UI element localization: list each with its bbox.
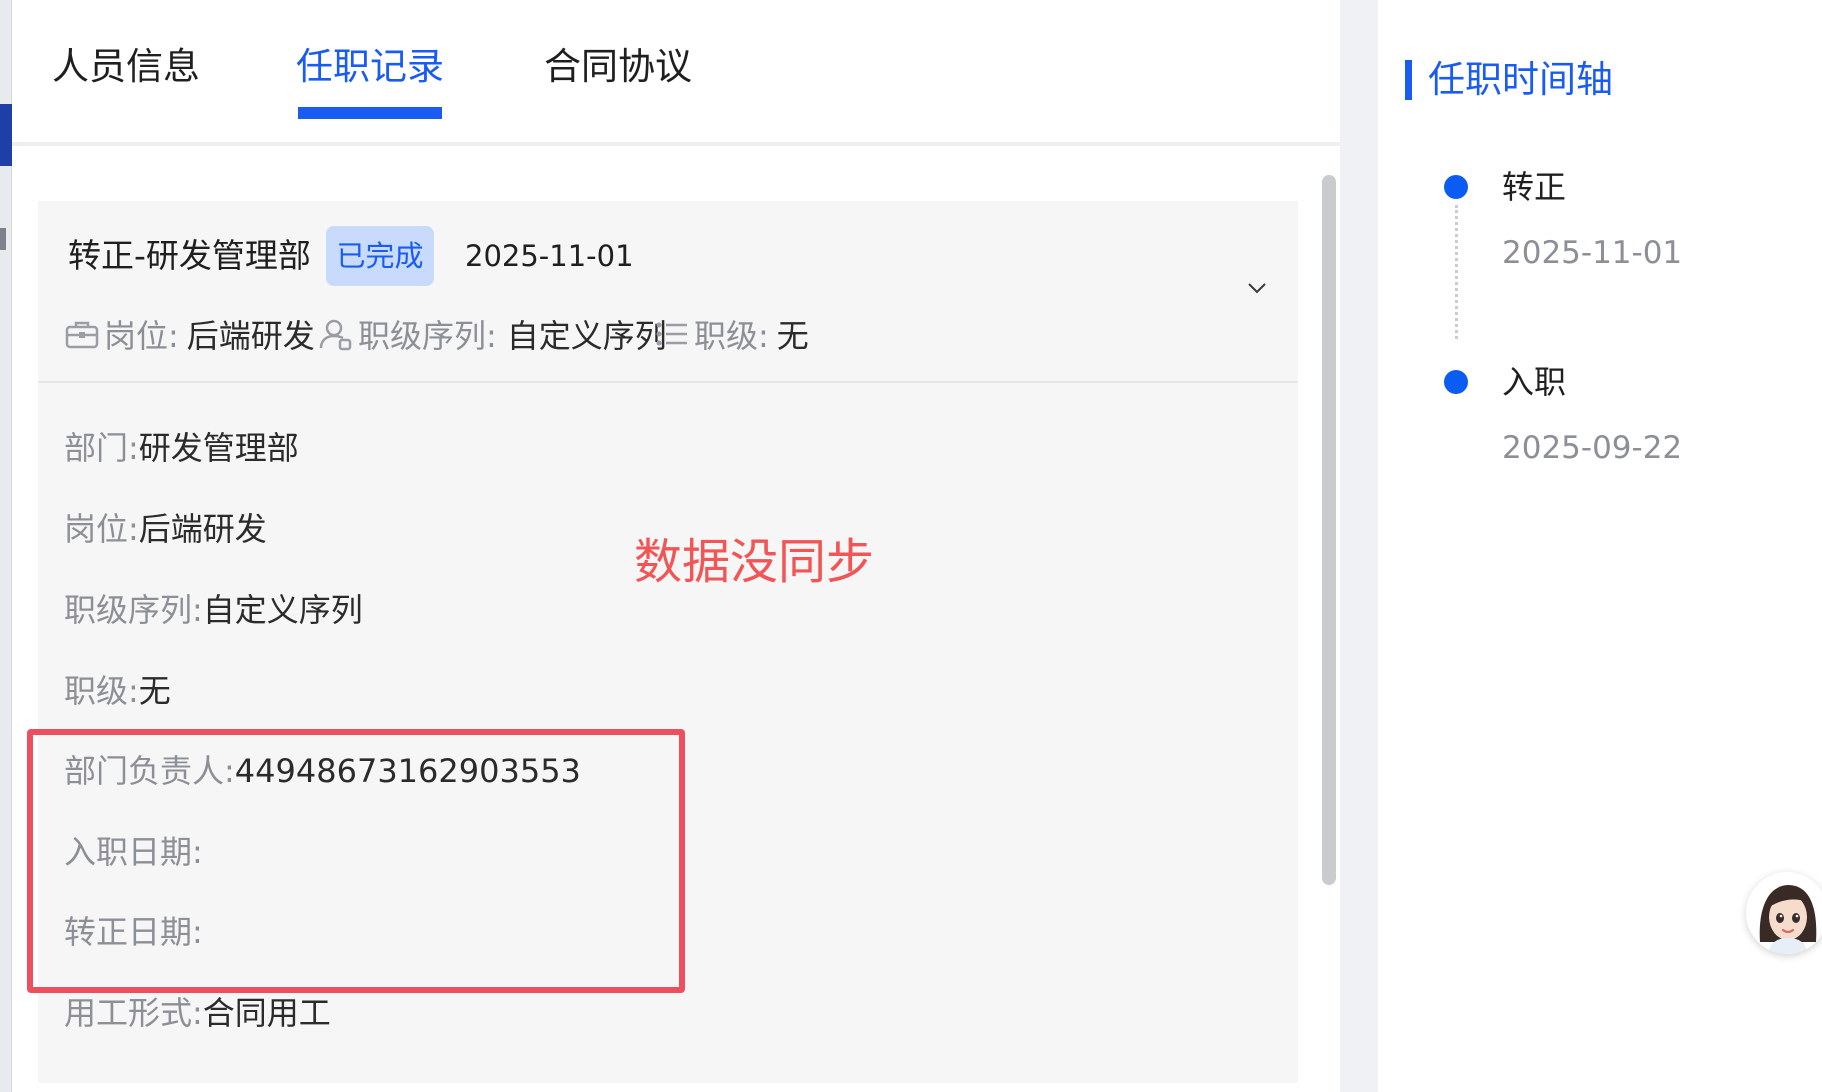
list-icon bbox=[656, 322, 687, 346]
tab-employment-records[interactable]: 任职记录 bbox=[296, 42, 444, 92]
field-value: 研发管理部 bbox=[138, 429, 299, 467]
annotation-note: 数据没同步 bbox=[634, 534, 875, 590]
field-label: 部门: bbox=[64, 429, 139, 467]
status-badge: 已完成 bbox=[326, 226, 434, 286]
meta-rank-series-label: 职级序列: bbox=[358, 317, 497, 355]
field-department: 部门:研发管理部 bbox=[64, 423, 299, 473]
tab-contracts[interactable]: 合同协议 bbox=[544, 42, 692, 92]
record-date: 2025-11-01 bbox=[465, 239, 634, 273]
field-rank: 职级:无 bbox=[64, 666, 171, 716]
meta-rank-value: 无 bbox=[776, 317, 809, 355]
tab-personnel-info[interactable]: 人员信息 bbox=[52, 42, 200, 92]
timeline-title-marker bbox=[1405, 60, 1412, 100]
meta-rank-series: 职级序列: 自定义序列 bbox=[318, 309, 667, 359]
background-app-accent bbox=[0, 104, 12, 166]
field-position: 岗位:后端研发 bbox=[64, 504, 267, 554]
timeline-item-date: 2025-09-22 bbox=[1502, 430, 1683, 466]
timeline-item-date: 2025-11-01 bbox=[1502, 235, 1683, 271]
background-app-mark bbox=[0, 228, 6, 250]
meta-rank: 职级: 无 bbox=[654, 309, 809, 359]
timeline-connector bbox=[1455, 205, 1458, 339]
field-value: 合同用工 bbox=[202, 994, 331, 1032]
annotation-highlight-box bbox=[27, 729, 685, 993]
field-label: 职级: bbox=[64, 672, 139, 710]
timeline-title: 任职时间轴 bbox=[1428, 58, 1613, 101]
user-badge-icon bbox=[319, 319, 352, 351]
scrollbar-thumb[interactable] bbox=[1322, 175, 1336, 885]
field-employment-type: 用工形式:合同用工 bbox=[64, 988, 331, 1038]
timeline-dot bbox=[1444, 175, 1468, 199]
field-label: 岗位: bbox=[64, 510, 139, 548]
meta-rank-series-value: 自定义序列 bbox=[506, 317, 667, 355]
field-rank-series: 职级序列:自定义序列 bbox=[64, 585, 363, 635]
background-app-strip bbox=[0, 0, 12, 1092]
main-panel: 人员信息 任职记录 合同协议 转正-研发管理部 已完成 2025-11-01 岗… bbox=[12, 0, 1340, 1092]
timeline-item-label: 转正 bbox=[1502, 168, 1567, 206]
timeline-item-label: 入职 bbox=[1502, 363, 1567, 401]
meta-position: 岗位: 后端研发 bbox=[64, 309, 315, 359]
chevron-down-icon[interactable] bbox=[1244, 275, 1270, 301]
field-value: 无 bbox=[138, 672, 171, 710]
assistant-avatar-icon[interactable] bbox=[1746, 872, 1822, 954]
meta-position-label: 岗位: bbox=[104, 317, 179, 355]
field-value: 自定义序列 bbox=[202, 591, 363, 629]
briefcase-icon bbox=[65, 321, 99, 349]
timeline-dot bbox=[1444, 370, 1468, 394]
assistant-face-icon bbox=[1746, 872, 1822, 954]
field-label: 职级序列: bbox=[64, 591, 203, 629]
meta-rank-label: 职级: bbox=[694, 317, 769, 355]
meta-position-value: 后端研发 bbox=[186, 317, 315, 355]
field-value: 后端研发 bbox=[138, 510, 267, 548]
tab-bar: 人员信息 任职记录 合同协议 bbox=[12, 0, 1340, 146]
active-tab-indicator bbox=[298, 107, 442, 119]
record-card-header[interactable]: 转正-研发管理部 已完成 2025-11-01 岗位: 后端研发 职级序列: 自… bbox=[38, 201, 1298, 383]
field-label: 用工形式: bbox=[64, 994, 203, 1032]
record-title: 转正-研发管理部 bbox=[68, 236, 311, 275]
